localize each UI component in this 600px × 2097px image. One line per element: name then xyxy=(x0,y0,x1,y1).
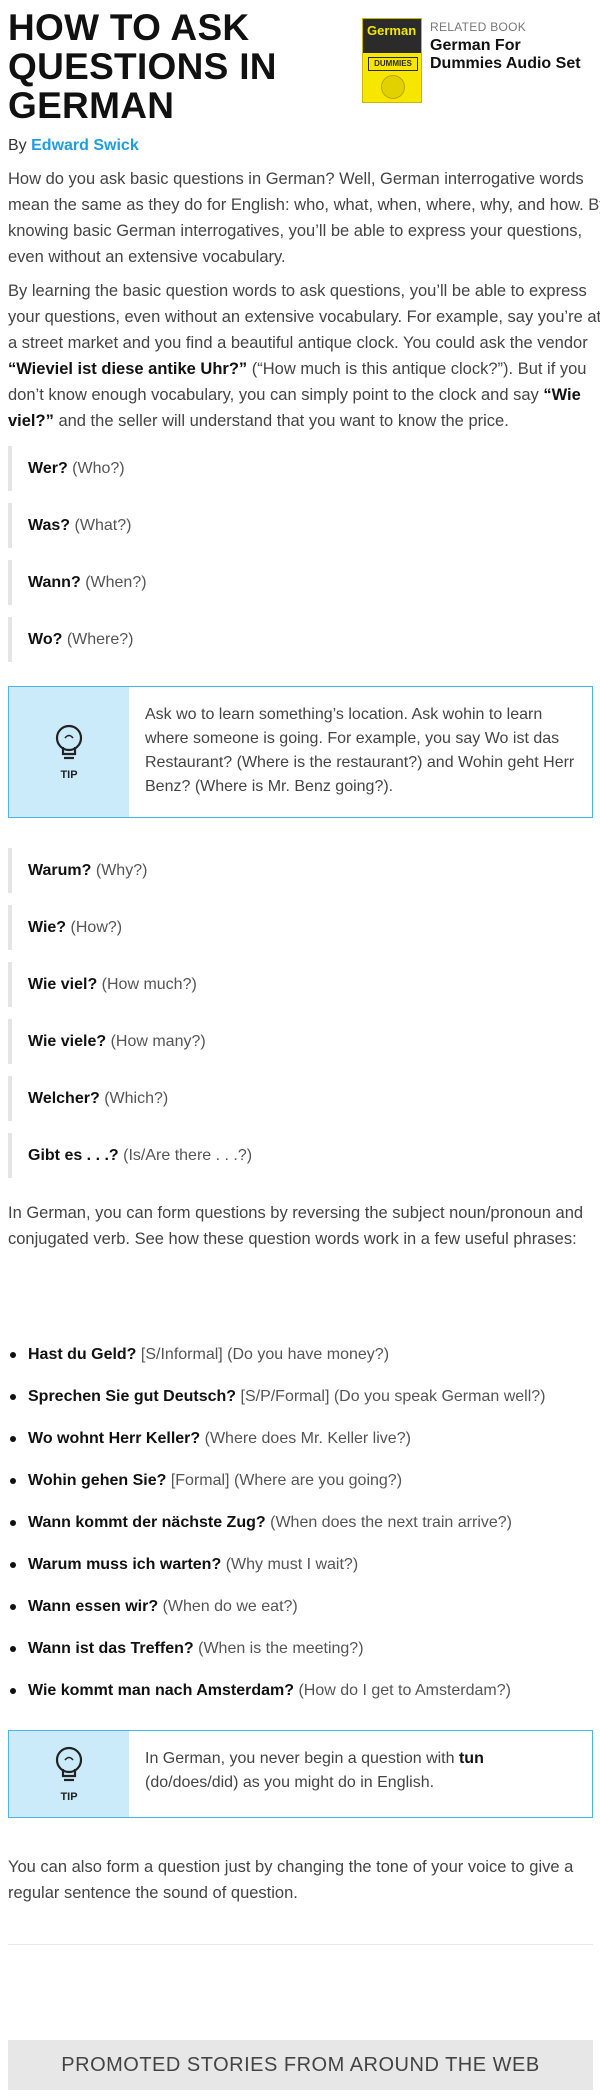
question-word: Wer? (Who?) xyxy=(8,446,593,491)
intro-paragraph: How do you ask basic questions in German… xyxy=(8,170,600,266)
related-book-title[interactable]: German For Dummies Audio Set xyxy=(430,37,595,73)
question-word: Was? (What?) xyxy=(8,503,593,548)
phrase-item: Sprechen Sie gut Deutsch? [S/P/Formal] (… xyxy=(8,1376,593,1418)
related-book-cover[interactable]: German DUMMIES xyxy=(362,18,422,103)
related-book: RELATED BOOK German For Dummies Audio Se… xyxy=(430,20,595,73)
phrase-list: Hast du Geld? [S/Informal] (Do you have … xyxy=(8,1334,593,1712)
phrase-item: Hast du Geld? [S/Informal] (Do you have … xyxy=(8,1334,593,1376)
tip-label: TIP xyxy=(60,769,78,781)
example-phrase: “Wieviel ist diese antike Uhr?” xyxy=(8,360,248,378)
question-word: Gibt es . . .? (Is/Are there . . .?) xyxy=(8,1133,593,1178)
page-title: HOW TO ASK QUESTIONS IN GERMAN xyxy=(8,7,277,126)
byline-prefix: By xyxy=(8,137,27,154)
phrase-item: Wohin gehen Sie? [Formal] (Where are you… xyxy=(8,1460,593,1502)
phrase-item: Wie kommt man nach Amsterdam? (How do I … xyxy=(8,1670,593,1712)
question-word: Wann? (When?) xyxy=(8,560,593,605)
divider xyxy=(8,1944,593,1945)
lightbulb-icon xyxy=(55,724,83,760)
phrase-item: Wo wohnt Herr Keller? (Where does Mr. Ke… xyxy=(8,1418,593,1460)
promoted-stories-heading: PROMOTED STORIES FROM AROUND THE WEB xyxy=(8,2040,593,2090)
phrases-intro-paragraph: In German, you can form questions by rev… xyxy=(8,1204,584,1248)
question-word: Wie viele? (How many?) xyxy=(8,1019,593,1064)
cover-word: German xyxy=(367,23,417,38)
cover-brand: DUMMIES xyxy=(368,57,418,71)
closing-paragraph: You can also form a question just by cha… xyxy=(8,1858,574,1902)
phrase-item: Wann ist das Treffen? (When is the meeti… xyxy=(8,1628,593,1670)
tip-box: TIP Ask wo to learn something’s location… xyxy=(8,686,593,818)
tip-side: TIP xyxy=(9,687,129,817)
phrase-item: Wann essen wir? (When do we eat?) xyxy=(8,1586,593,1628)
question-word: Warum? (Why?) xyxy=(8,848,593,893)
related-book-label: RELATED BOOK xyxy=(430,20,527,34)
byline: By Edward Swick xyxy=(8,137,139,155)
author-link[interactable]: Edward Swick xyxy=(31,137,139,154)
article-header: HOW TO ASK QUESTIONS IN GERMAN German DU… xyxy=(0,0,600,128)
question-word: Wie? (How?) xyxy=(8,905,593,950)
question-word: Wo? (Where?) xyxy=(8,617,593,662)
lightbulb-icon xyxy=(55,1746,83,1782)
tip-box: TIP In German, you never begin a questio… xyxy=(8,1730,593,1818)
phrase-item: Wann kommt der nächste Zug? (When does t… xyxy=(8,1502,593,1544)
example-paragraph: By learning the basic question words to … xyxy=(8,282,600,430)
phrase-item: Warum muss ich warten? (Why must I wait?… xyxy=(8,1544,593,1586)
tip-text: Ask wo to learn something’s location. As… xyxy=(145,706,575,795)
question-word: Wie viel? (How much?) xyxy=(8,962,593,1007)
tip-label: TIP xyxy=(60,1791,78,1803)
cover-mascot-icon xyxy=(381,75,405,99)
tip-text: In German, you never begin a question wi… xyxy=(145,1750,484,1791)
question-word: Welcher? (Which?) xyxy=(8,1076,593,1121)
tip-side: TIP xyxy=(9,1731,129,1817)
